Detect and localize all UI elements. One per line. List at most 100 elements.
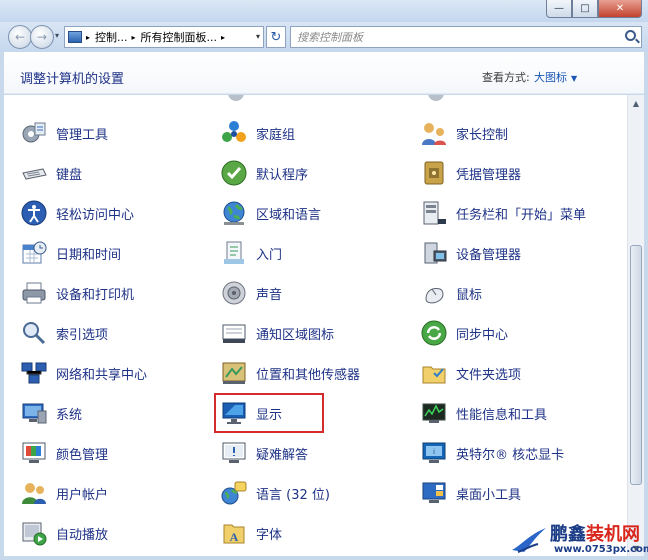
item-desktop-gadgets[interactable]: 桌面小工具 (420, 477, 521, 509)
close-button[interactable]: ✕ (598, 0, 642, 18)
parental-controls-icon (422, 123, 446, 145)
default-programs-icon (221, 160, 247, 186)
control-panel-icon (68, 31, 82, 43)
page-title: 调整计算机的设置 (20, 72, 125, 87)
homegroup-icon (222, 121, 246, 142)
system-icon (22, 403, 47, 424)
item-autoplay[interactable]: 自动播放 (20, 517, 108, 549)
search-input[interactable]: 搜索控制面板 (290, 26, 642, 48)
highlight-box (214, 393, 324, 433)
item-getting-started[interactable]: 入门 (220, 237, 282, 269)
search-icon[interactable] (625, 30, 636, 41)
maximize-button[interactable]: □ (572, 0, 598, 18)
item-sync-center[interactable]: 同步中心 (420, 317, 508, 349)
breadcrumb-control-panel[interactable]: 控制... (95, 29, 128, 45)
scrollbar-thumb[interactable] (630, 245, 642, 485)
troubleshooting-icon (222, 442, 246, 463)
minimize-button[interactable]: — (546, 0, 572, 18)
breadcrumb-arrow-icon[interactable]: ▸ (221, 33, 225, 42)
ease-of-access-icon (21, 200, 47, 226)
content-header: 调整计算机的设置 查看方式: 大图标 ▼ (4, 52, 644, 94)
item-taskbar-start[interactable]: 任务栏和「开始」菜单 (420, 197, 586, 229)
breadcrumb-all-items[interactable]: 所有控制面板... (141, 29, 218, 45)
watermark-brand: 鹏鑫装机网 (550, 524, 640, 545)
folder-options-icon (422, 366, 446, 384)
mouse-icon (425, 288, 444, 304)
printer-icon (22, 282, 46, 304)
item-devices-printers[interactable]: 设备和打印机 (20, 277, 134, 309)
chevron-down-icon: ▼ (571, 74, 578, 83)
region-language-icon (223, 201, 245, 225)
taskbar-icon (423, 201, 446, 225)
item-intel-graphics[interactable]: i 英特尔® 核芯显卡 (420, 437, 564, 469)
watermark: 鹏鑫装机网 www.0753px.com (510, 520, 648, 558)
item-admin-tools[interactable]: 管理工具 (20, 117, 108, 149)
item-sound[interactable]: 声音 (220, 277, 282, 309)
scroll-up-icon[interactable]: ▲ (628, 95, 644, 111)
keyboard-icon (22, 168, 47, 180)
items-grid: 管理工具 家庭组 家长控制 键盘 默认程序 凭据管理器 轻松访问中心 区域和语言… (4, 95, 627, 556)
item-performance[interactable]: 性能信息和工具 (420, 397, 547, 429)
item-notification-area[interactable]: 通知区域图标 (220, 317, 334, 349)
item-date-time[interactable]: 日期和时间 (20, 237, 121, 269)
item-indexing-options[interactable]: 索引选项 (20, 317, 108, 349)
autoplay-icon (22, 522, 47, 546)
watermark-logo-icon (512, 528, 546, 553)
recent-pages-dropdown[interactable]: ▾ (55, 31, 59, 40)
language-icon (221, 481, 247, 505)
back-button[interactable]: ← (8, 25, 32, 49)
item-region-language[interactable]: 区域和语言 (220, 197, 321, 229)
getting-started-icon (224, 241, 244, 264)
credential-manager-icon (424, 161, 444, 185)
location-sensor-icon (222, 362, 246, 384)
item-color-management[interactable]: 颜色管理 (20, 437, 108, 469)
sound-icon (222, 281, 246, 305)
item-mouse[interactable]: 鼠标 (420, 277, 482, 309)
item-system[interactable]: 系统 (20, 397, 82, 429)
partial-item-icon (228, 95, 244, 101)
user-accounts-icon (22, 483, 46, 504)
item-user-accounts[interactable]: 用户帐户 (20, 477, 108, 509)
item-homegroup[interactable]: 家庭组 (220, 117, 295, 149)
item-parental-controls[interactable]: 家长控制 (420, 117, 508, 149)
search-placeholder: 搜索控制面板 (297, 31, 363, 44)
date-time-icon (22, 241, 47, 264)
breadcrumb-arrow-icon[interactable]: ▸ (132, 33, 136, 42)
item-network-sharing[interactable]: 网络和共享中心 (20, 357, 147, 389)
partial-item-icon (428, 95, 444, 101)
fonts-icon: A (223, 524, 245, 544)
item-troubleshooting[interactable]: 疑难解答 (220, 437, 308, 469)
item-language[interactable]: 语言 (32 位) (220, 477, 330, 509)
refresh-button[interactable]: ↻ (266, 26, 286, 48)
title-bar: — □ ✕ (0, 0, 648, 22)
navigation-bar: ← → ▾ ▸ 控制... ▸ 所有控制面板... ▸ ▾ ↻ 搜索控制面板 (0, 22, 648, 52)
notification-area-icon (222, 324, 246, 343)
sync-center-icon (421, 320, 447, 346)
window-controls: — □ ✕ (546, 0, 642, 18)
view-by-dropdown[interactable]: 大图标 ▼ (534, 69, 577, 85)
watermark-url: www.0753px.com (554, 544, 648, 555)
address-bar[interactable]: ▸ 控制... ▸ 所有控制面板... ▸ ▾ (64, 26, 264, 48)
breadcrumb-arrow-icon[interactable]: ▸ (86, 33, 90, 42)
item-keyboard[interactable]: 键盘 (20, 157, 82, 189)
performance-icon (422, 403, 446, 423)
gadgets-icon (422, 482, 446, 503)
item-credential-manager[interactable]: 凭据管理器 (420, 157, 521, 189)
forward-button[interactable]: → (30, 25, 54, 49)
item-ease-of-access[interactable]: 轻松访问中心 (20, 197, 134, 229)
svg-text:A: A (230, 530, 239, 544)
network-icon (21, 362, 47, 384)
device-manager-icon (424, 242, 447, 264)
intel-graphics-icon: i (422, 442, 446, 463)
item-fonts[interactable]: A 字体 (220, 517, 282, 549)
indexing-icon (23, 322, 46, 345)
view-by-label: 查看方式: (482, 71, 530, 84)
vertical-scrollbar[interactable]: ▲ ▼ (627, 95, 644, 556)
item-folder-options[interactable]: 文件夹选项 (420, 357, 521, 389)
admin-tools-icon (22, 122, 46, 143)
item-default-programs[interactable]: 默认程序 (220, 157, 308, 189)
item-location-sensors[interactable]: 位置和其他传感器 (220, 357, 360, 389)
item-device-manager[interactable]: 设备管理器 (420, 237, 521, 269)
color-management-icon (22, 442, 46, 463)
address-dropdown-icon[interactable]: ▾ (256, 32, 260, 41)
